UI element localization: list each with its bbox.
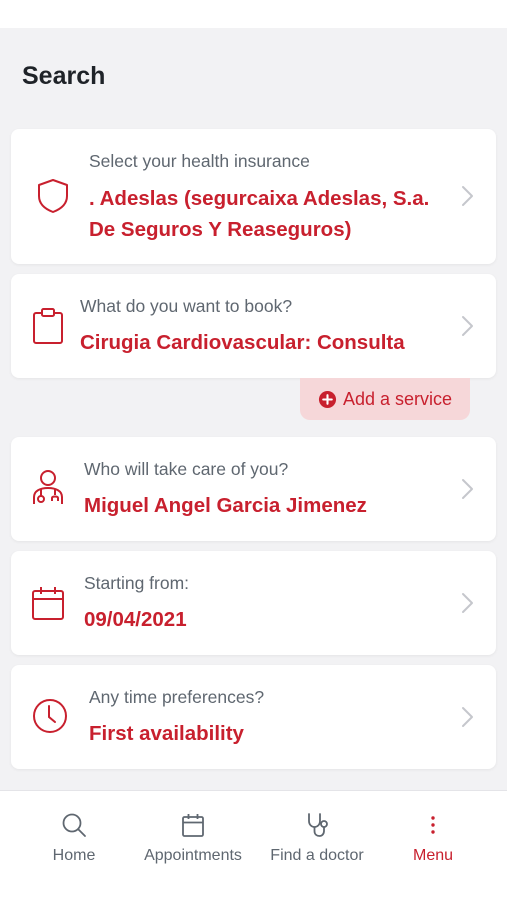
doctor-label: Who will take care of you? bbox=[84, 459, 289, 479]
time-label: Any time preferences? bbox=[89, 687, 265, 707]
nav-appointments[interactable]: Appointments bbox=[138, 791, 248, 900]
service-label: What do you want to book? bbox=[80, 296, 293, 316]
clipboard-icon bbox=[28, 306, 68, 346]
time-preference-selector[interactable]: Any time preferences? First availability bbox=[11, 665, 496, 769]
insurance-selector[interactable]: Select your health insurance . Adeslas (… bbox=[11, 129, 496, 264]
doctor-selector[interactable]: Who will take care of you? Miguel Angel … bbox=[11, 437, 496, 541]
search-icon bbox=[60, 811, 88, 839]
calendar-icon bbox=[179, 811, 207, 839]
doctor-value: Miguel Angel Garcia Jimenez bbox=[84, 494, 367, 517]
service-selector[interactable]: What do you want to book? Cirugia Cardio… bbox=[11, 274, 496, 378]
stethoscope-icon bbox=[303, 811, 331, 839]
doctor-icon bbox=[28, 467, 68, 507]
nav-home-label: Home bbox=[52, 847, 96, 864]
insurance-value-line1: . Adeslas (segurcaixa Adeslas, S.a. bbox=[89, 187, 430, 210]
nav-menu-label: Menu bbox=[412, 847, 454, 864]
chevron-right-icon bbox=[460, 705, 476, 729]
date-value: 09/04/2021 bbox=[84, 608, 187, 631]
calendar-icon bbox=[28, 583, 68, 623]
nav-home[interactable]: Home bbox=[44, 791, 104, 900]
nav-menu[interactable]: Menu bbox=[403, 791, 463, 900]
insurance-value-line2: De Seguros Y Reaseguros) bbox=[89, 218, 352, 241]
nav-appointments-label: Appointments bbox=[144, 847, 242, 864]
nav-find-doctor[interactable]: Find a doctor bbox=[265, 791, 369, 900]
time-value: First availability bbox=[89, 722, 244, 745]
insurance-label: Select your health insurance bbox=[89, 151, 310, 171]
chevron-right-icon bbox=[460, 591, 476, 615]
clock-icon bbox=[30, 696, 70, 736]
insurance-value: . Adeslas (segurcaixa Adeslas, S.a. De S… bbox=[89, 183, 429, 245]
service-value: Cirugia Cardiovascular: Consulta bbox=[80, 331, 405, 354]
bottom-navigation: Home Appointments Find a doctor Menu bbox=[0, 790, 507, 900]
chevron-right-icon bbox=[460, 184, 476, 208]
chevron-right-icon bbox=[460, 314, 476, 338]
plus-circle-icon bbox=[318, 390, 337, 409]
chevron-right-icon bbox=[460, 477, 476, 501]
add-service-button[interactable]: Add a service bbox=[300, 378, 470, 420]
shield-icon bbox=[33, 176, 73, 216]
status-bar-area bbox=[0, 0, 507, 28]
page-title: Search bbox=[22, 62, 106, 90]
date-selector[interactable]: Starting from: 09/04/2021 bbox=[11, 551, 496, 655]
more-vertical-icon bbox=[419, 811, 447, 839]
date-label: Starting from: bbox=[84, 573, 190, 593]
nav-find-doctor-label: Find a doctor bbox=[270, 847, 364, 864]
add-service-label: Add a service bbox=[342, 388, 453, 409]
